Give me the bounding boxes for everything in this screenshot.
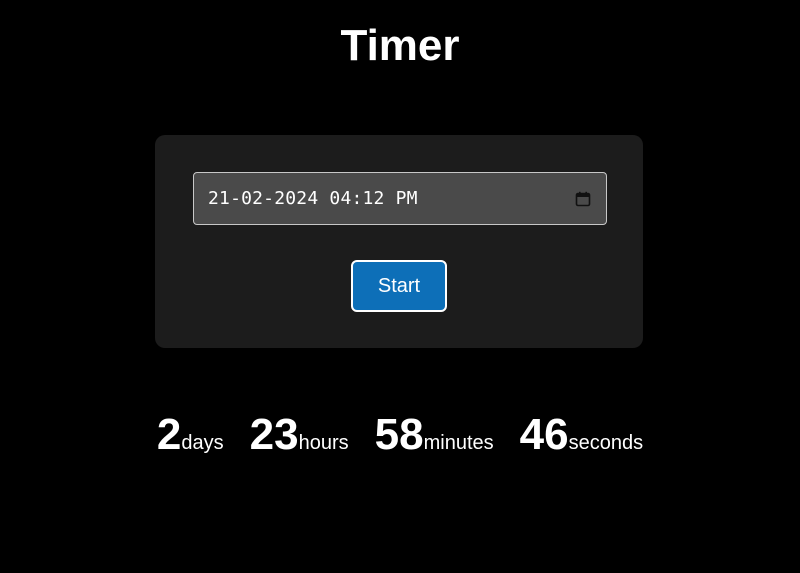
minutes-value: 58 bbox=[374, 410, 424, 459]
datetime-value: 21-02-2024 04:12 PM bbox=[208, 188, 418, 209]
start-button[interactable]: Start bbox=[351, 260, 447, 312]
countdown-days: 2 days bbox=[157, 410, 224, 460]
seconds-value: 46 bbox=[519, 410, 569, 459]
seconds-label: seconds bbox=[568, 432, 644, 454]
minutes-label: minutes bbox=[423, 432, 494, 454]
datetime-input[interactable]: 21-02-2024 04:12 PM bbox=[193, 172, 607, 225]
countdown-hours: 23 hours bbox=[250, 410, 349, 460]
calendar-icon[interactable] bbox=[574, 190, 592, 208]
countdown-display: 2 days 23 hours 58 minutes 46 seconds bbox=[0, 410, 800, 460]
timer-page: Timer 21-02-2024 04:12 PM Start 2 days 2… bbox=[0, 0, 800, 573]
timer-form-card: 21-02-2024 04:12 PM Start bbox=[155, 135, 643, 348]
countdown-minutes: 58 minutes bbox=[375, 410, 494, 460]
days-label: days bbox=[181, 432, 224, 454]
page-title: Timer bbox=[340, 21, 460, 70]
days-value: 2 bbox=[156, 410, 182, 459]
hours-label: hours bbox=[298, 432, 349, 454]
hours-value: 23 bbox=[249, 410, 299, 459]
countdown-seconds: 46 seconds bbox=[520, 410, 643, 460]
